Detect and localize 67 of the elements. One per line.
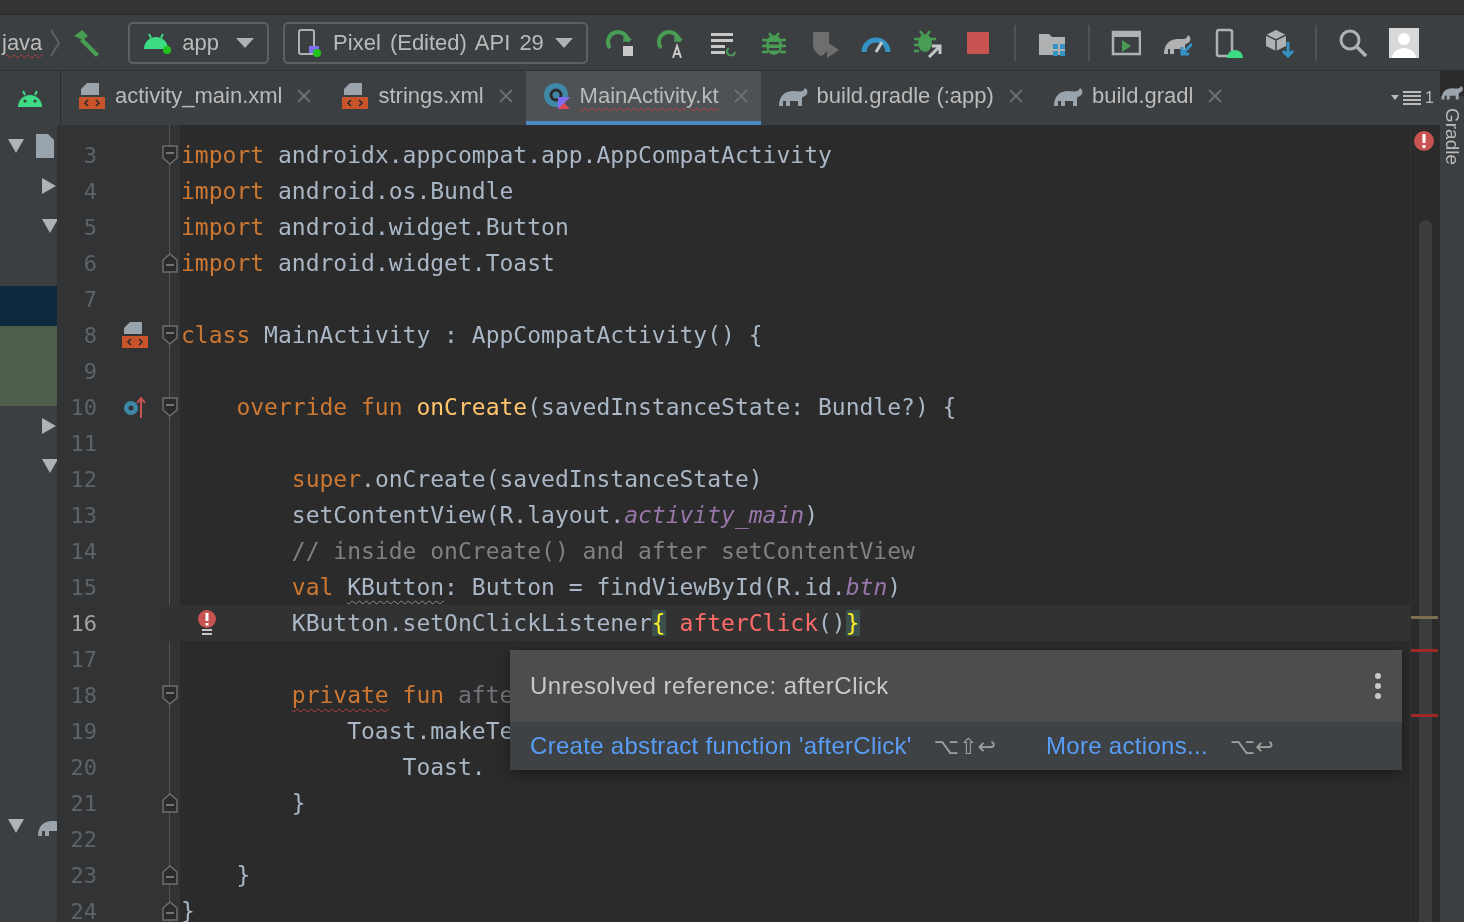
code-line: setContentView(R.layout.activity_main) xyxy=(290,502,818,528)
code-line: class MainActivity : AppCompatActivity() { xyxy=(181,322,763,348)
code-line: val KButton: Button = findViewById(R.id.btn) xyxy=(290,574,902,600)
configuration-dropdown[interactable]: app xyxy=(128,21,270,64)
device-dropdown[interactable]: Pixel (Edited) API 29 xyxy=(283,21,588,64)
file-icon xyxy=(36,134,54,158)
cube-download-icon[interactable] xyxy=(1263,27,1294,58)
code-line: } xyxy=(235,862,251,888)
expand-arrow-icon[interactable] xyxy=(8,139,24,153)
editor-tab[interactable]: activity_main.xml xyxy=(61,71,325,125)
code-line: Toast. xyxy=(401,754,486,780)
code-line: override fun onCreate(savedInstanceState: Bundle?) { xyxy=(235,394,957,420)
code-line: import android.widget.Toast xyxy=(181,250,555,276)
error-message: Unresolved reference: afterClick xyxy=(530,672,889,700)
close-icon[interactable] xyxy=(1207,88,1224,104)
close-icon[interactable] xyxy=(497,88,514,104)
tool-window-tab[interactable]: Gradle xyxy=(1440,108,1464,166)
line-number: 16 xyxy=(69,610,98,636)
code-line: } xyxy=(181,898,195,922)
code-line: import android.widget.Button xyxy=(181,214,569,240)
collapse-arrow-icon[interactable] xyxy=(42,418,56,434)
error-bulb-icon[interactable] xyxy=(196,609,218,637)
code-line: // inside onCreate() and after setContentView xyxy=(290,538,915,564)
tab-overflow-button[interactable]: 1 xyxy=(1391,71,1440,125)
expand-arrow-icon[interactable] xyxy=(8,819,24,833)
shortcut-hint: ⌥⇧↩ xyxy=(933,733,996,759)
scrollbar-thumb[interactable] xyxy=(1419,220,1432,922)
xml-file-icon xyxy=(77,81,107,111)
close-icon[interactable] xyxy=(1007,88,1024,104)
editor-tab[interactable]: MainActivity.kt xyxy=(525,71,761,125)
editor-tab[interactable]: build.gradl xyxy=(1035,71,1236,125)
run-icon[interactable] xyxy=(605,27,636,58)
fold-icon[interactable] xyxy=(162,145,178,165)
editor-tab[interactable]: strings.xml xyxy=(324,71,526,125)
code-line: private fun afte xyxy=(290,682,514,708)
avatar-icon[interactable] xyxy=(1388,27,1419,58)
error-status-icon[interactable] xyxy=(1413,130,1435,152)
breadcrumb-item[interactable]: java xyxy=(0,29,43,56)
layout-file-icon xyxy=(120,320,150,350)
shortcut-hint: ⌥↩ xyxy=(1229,733,1274,759)
action-link[interactable]: Create abstract function 'afterClick' xyxy=(530,732,912,760)
android-icon xyxy=(16,89,44,107)
expand-arrow-icon[interactable] xyxy=(42,459,57,473)
list-icon xyxy=(1391,90,1424,106)
xml-file-icon xyxy=(340,81,371,111)
code-line: import androidx.appcompat.app.AppCompatActivity xyxy=(181,142,832,168)
code-line: super.onCreate(savedInstanceState) xyxy=(290,466,763,492)
editor-tab[interactable]: build.gradle (:app) xyxy=(760,71,1036,125)
phone-icon xyxy=(297,27,324,58)
code-line: } xyxy=(290,790,306,816)
fold-icon[interactable] xyxy=(162,685,178,705)
caret-icon xyxy=(553,36,574,49)
expand-arrow-icon[interactable] xyxy=(42,219,57,233)
code-line: Toast.makeTe xyxy=(346,718,514,744)
fold-icon[interactable] xyxy=(162,397,178,417)
kotlin-class-icon xyxy=(541,81,572,111)
caret-icon xyxy=(235,36,256,49)
action-link[interactable]: More actions... xyxy=(1046,732,1208,760)
collapse-arrow-icon[interactable] xyxy=(42,178,56,194)
search-icon[interactable] xyxy=(1337,27,1368,58)
more-icon[interactable] xyxy=(1374,672,1382,700)
chevron-icon xyxy=(50,27,61,58)
override-icon[interactable] xyxy=(122,394,148,420)
close-icon[interactable] xyxy=(296,88,313,104)
code-line: import android.os.Bundle xyxy=(181,178,514,204)
code-line: KButton.setOnClickListener{ afterClick()} xyxy=(290,610,860,636)
fold-icon[interactable] xyxy=(162,325,178,345)
